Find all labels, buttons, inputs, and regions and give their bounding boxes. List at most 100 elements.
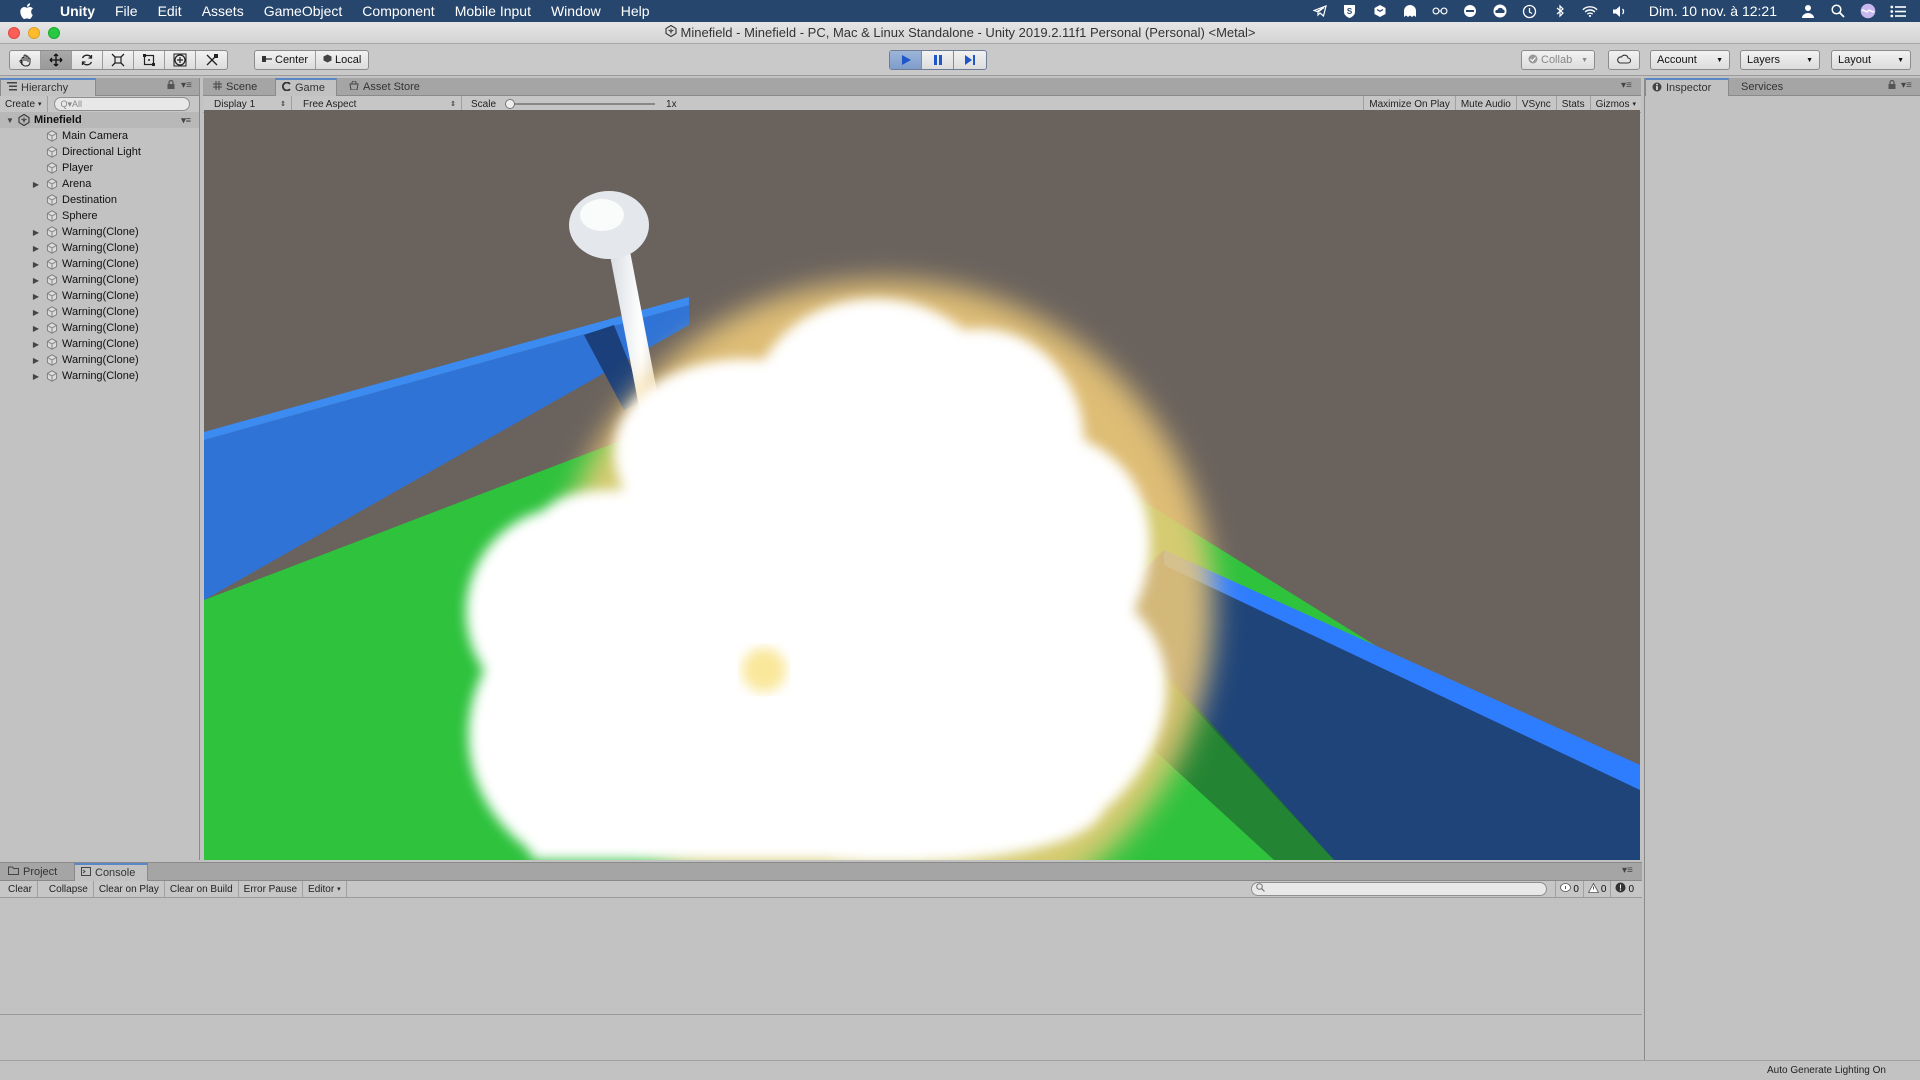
siri-icon[interactable] [1860, 3, 1876, 19]
pivot-center-button[interactable]: Center [255, 51, 317, 69]
fold-arrow-icon[interactable]: ▶ [31, 244, 41, 253]
ghost-icon[interactable] [1402, 3, 1418, 19]
console-clear-button[interactable]: Clear [0, 881, 38, 897]
rect-tool-icon[interactable] [134, 51, 165, 69]
inspector-menu-icon[interactable]: ▾≡ [1901, 80, 1912, 91]
console-warning-count[interactable]: 0 [1582, 881, 1611, 897]
console-error-count[interactable]: 0 [1610, 881, 1638, 897]
hierarchy-scene-row[interactable]: ▼ Minefield ▾≡ [0, 112, 199, 128]
zoom-window-button[interactable] [48, 27, 60, 39]
custom-tool-icon[interactable] [196, 51, 227, 69]
cloud-icon[interactable] [1492, 3, 1508, 19]
bluetooth-icon[interactable] [1552, 3, 1568, 19]
console-editor-dropdown[interactable]: Editor ▾ [303, 881, 347, 897]
hierarchy-item[interactable]: ▶ Warning(Clone) [0, 320, 199, 336]
fold-arrow-icon[interactable]: ▶ [31, 276, 41, 285]
scale-tool-icon[interactable] [103, 51, 134, 69]
wifi-icon[interactable] [1582, 3, 1598, 19]
fold-arrow-icon[interactable]: ▶ [31, 228, 41, 237]
scale-slider-thumb[interactable] [505, 99, 516, 109]
console-info-count[interactable]: 0 [1555, 881, 1583, 897]
play-button[interactable] [890, 51, 922, 69]
minimize-window-button[interactable] [28, 27, 40, 39]
console-log-area[interactable] [0, 899, 1642, 1015]
menu-window[interactable]: Window [541, 0, 611, 22]
menu-component[interactable]: Component [352, 0, 444, 22]
scene-fold-arrow-icon[interactable]: ▼ [5, 116, 15, 125]
console-search-input[interactable] [1251, 882, 1548, 896]
tab-game[interactable]: Game [275, 78, 337, 96]
console-clear-on-build-toggle[interactable]: Clear on Build [165, 881, 239, 897]
pause-button[interactable] [922, 51, 954, 69]
apple-logo-icon[interactable] [18, 2, 36, 20]
tab-scene[interactable]: Scene [207, 78, 263, 96]
fold-arrow-icon[interactable]: ▶ [31, 180, 41, 189]
hierarchy-item[interactable]: ▶ Warning(Clone) [0, 272, 199, 288]
fold-arrow-icon[interactable]: ▶ [31, 356, 41, 365]
tab-asset-store[interactable]: Asset Store [343, 78, 426, 96]
rotate-tool-icon[interactable] [72, 51, 103, 69]
notification-center-icon[interactable] [1890, 3, 1906, 19]
time-machine-icon[interactable] [1522, 3, 1538, 19]
shield-s-icon[interactable]: S [1342, 3, 1358, 19]
fold-arrow-icon[interactable]: ▶ [31, 260, 41, 269]
hierarchy-item[interactable]: Main Camera [0, 128, 199, 144]
tab-project[interactable]: Project [2, 863, 63, 881]
layout-dropdown[interactable]: Layout ▼ [1831, 50, 1911, 70]
spotlight-search-icon[interactable] [1830, 3, 1846, 19]
menu-file[interactable]: File [105, 0, 148, 22]
cloud-services-button[interactable] [1608, 50, 1640, 70]
menu-app-name[interactable]: Unity [50, 0, 105, 22]
tab-console[interactable]: Console [74, 863, 148, 881]
hierarchy-item[interactable]: Sphere [0, 208, 199, 224]
hierarchy-item[interactable]: ▶ Warning(Clone) [0, 256, 199, 272]
cube-icon[interactable] [1372, 3, 1388, 19]
telegram-icon[interactable] [1312, 3, 1328, 19]
hierarchy-item[interactable]: ▶ Warning(Clone) [0, 304, 199, 320]
fold-arrow-icon[interactable]: ▶ [31, 292, 41, 301]
close-window-button[interactable] [8, 27, 20, 39]
user-icon[interactable] [1800, 3, 1816, 19]
pivot-local-button[interactable]: Local [316, 51, 368, 69]
transform-tool-icon[interactable] [165, 51, 196, 69]
inspector-lock-icon[interactable] [1888, 79, 1896, 92]
menu-assets[interactable]: Assets [192, 0, 254, 22]
move-tool-icon[interactable] [41, 51, 72, 69]
hierarchy-item[interactable]: ▶ Warning(Clone) [0, 224, 199, 240]
console-collapse-toggle[interactable]: Collapse [44, 881, 94, 897]
hierarchy-item[interactable]: ▶ Arena [0, 176, 199, 192]
fold-arrow-icon[interactable]: ▶ [31, 340, 41, 349]
menu-help[interactable]: Help [611, 0, 660, 22]
console-clear-on-play-toggle[interactable]: Clear on Play [94, 881, 165, 897]
account-dropdown[interactable]: Account ▼ [1650, 50, 1730, 70]
hierarchy-create-dropdown[interactable]: Create ▾ [0, 96, 48, 112]
console-menu-icon[interactable]: ▾≡ [1622, 865, 1633, 876]
hierarchy-item[interactable]: Destination [0, 192, 199, 208]
circle-dash-icon[interactable] [1462, 3, 1478, 19]
tab-services[interactable]: Services [1735, 78, 1789, 96]
hierarchy-menu-icon[interactable]: ▾≡ [181, 80, 192, 91]
hierarchy-item[interactable]: Directional Light [0, 144, 199, 160]
center-panel-menu-icon[interactable]: ▾≡ [1621, 80, 1632, 91]
hierarchy-item[interactable]: ▶ Warning(Clone) [0, 288, 199, 304]
game-view-render[interactable] [204, 110, 1640, 860]
menu-gameobject[interactable]: GameObject [254, 0, 353, 22]
fold-arrow-icon[interactable]: ▶ [31, 308, 41, 317]
layers-dropdown[interactable]: Layers ▼ [1740, 50, 1820, 70]
fold-arrow-icon[interactable]: ▶ [31, 372, 41, 381]
hierarchy-lock-icon[interactable] [167, 79, 175, 92]
hierarchy-item[interactable]: Player [0, 160, 199, 176]
fold-arrow-icon[interactable]: ▶ [31, 324, 41, 333]
scale-slider[interactable] [505, 98, 656, 110]
scene-menu-icon[interactable]: ▾≡ [181, 115, 191, 126]
menubar-clock[interactable]: Dim. 10 nov. à 12:21 [1649, 3, 1777, 19]
console-error-pause-toggle[interactable]: Error Pause [239, 881, 304, 897]
tab-inspector[interactable]: Inspector [1645, 78, 1729, 96]
menu-mobile-input[interactable]: Mobile Input [445, 0, 541, 22]
tab-hierarchy[interactable]: Hierarchy [0, 78, 96, 96]
hierarchy-item[interactable]: ▶ Warning(Clone) [0, 240, 199, 256]
hierarchy-item[interactable]: ▶ Warning(Clone) [0, 352, 199, 368]
hierarchy-search-input[interactable]: Q▾All [53, 97, 190, 111]
collab-button[interactable]: Collab ▼ [1521, 50, 1595, 70]
step-button[interactable] [954, 51, 986, 69]
